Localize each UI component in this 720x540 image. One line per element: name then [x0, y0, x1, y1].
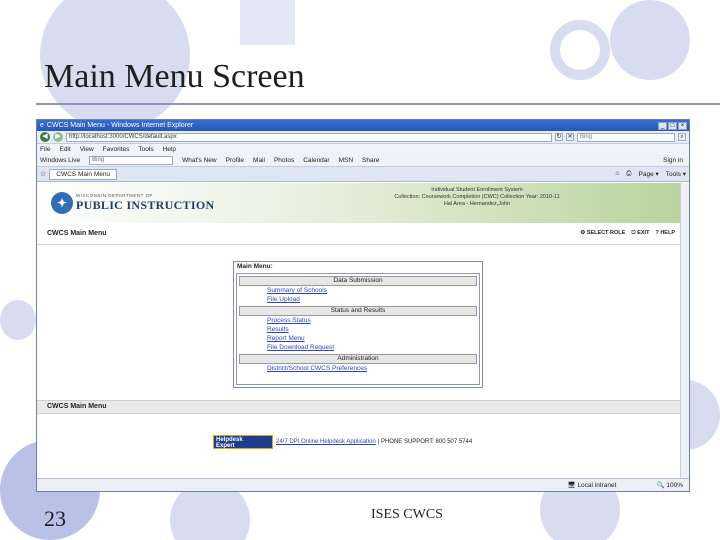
back-button[interactable]: ◀ — [40, 132, 50, 142]
section-administration: Administration — [239, 354, 477, 364]
windows-live-search[interactable]: Bing — [89, 155, 174, 165]
system-name: Individual Student Enrollment System — [431, 187, 523, 193]
link-cwcs-preferences[interactable]: District/School CWCS Preferences — [267, 364, 479, 373]
select-role-link[interactable]: ⚙ SELECT ROLE — [580, 230, 625, 237]
link-report-menu[interactable]: Report Menu — [267, 334, 479, 343]
print-icon[interactable]: ⎙ — [626, 170, 631, 178]
bg-circle — [0, 300, 36, 340]
helpdesk-area: Helpdesk Expert 24/7 DPI Online Helpdesk… — [213, 435, 472, 449]
toolbar-msn[interactable]: MSN — [339, 157, 353, 164]
menu-bar: File Edit View Favorites Tools Help — [37, 144, 689, 154]
ie-icon: e — [40, 122, 44, 129]
slide-title: Main Menu Screen — [44, 58, 305, 95]
dpi-logo: ✦ WISCONSIN DEPARTMENT OF PUBLIC INSTRUC… — [51, 192, 214, 214]
windows-live-toolbar: Windows Live Bing What's New Profile Mai… — [37, 154, 689, 167]
slide-footer: ISES CWCS — [371, 507, 443, 522]
refresh-icon[interactable]: ↻ — [555, 133, 563, 141]
maximize-button[interactable]: □ — [668, 121, 677, 130]
toolbar-whats-new[interactable]: What's New — [182, 157, 216, 164]
browser-window: e CWCS Main Menu - Windows Internet Expl… — [36, 119, 690, 492]
main-menu-title: Main Menu: — [237, 263, 273, 270]
link-file-upload[interactable]: File Upload — [267, 295, 479, 304]
toolbar-calendar[interactable]: Calendar — [303, 157, 329, 164]
tools-menu[interactable]: Tools ▾ — [666, 170, 686, 178]
collection-line: Collection: Coursework Completion (CWC) … — [394, 194, 560, 200]
address-bar: ◀ ▶ http://localhost:3000/CWCS/default.a… — [37, 131, 689, 144]
page-menu[interactable]: Page ▾ — [639, 170, 659, 178]
page-content: ✦ WISCONSIN DEPARTMENT OF PUBLIC INSTRUC… — [37, 183, 681, 479]
link-process-status[interactable]: Process Status — [267, 316, 479, 325]
home-icon[interactable]: ⌂ — [615, 170, 619, 178]
window-title: CWCS Main Menu - Windows Internet Explor… — [46, 122, 194, 129]
cwcs-title-bar: CWCS Main Menu ⚙ SELECT ROLE ⎋ EXIT ? HE… — [37, 223, 681, 245]
favorites-star-icon[interactable]: ☆ — [40, 170, 46, 178]
bg-circle — [610, 0, 690, 80]
help-link[interactable]: ? HELP — [655, 230, 675, 237]
phone-support: | PHONE SUPPORT: 800 507 5744 — [377, 439, 473, 445]
stop-icon[interactable]: ✕ — [566, 133, 574, 141]
sign-in-link[interactable]: Sign in — [663, 157, 683, 164]
forward-button[interactable]: ▶ — [53, 132, 63, 142]
dpi-header: ✦ WISCONSIN DEPARTMENT OF PUBLIC INSTRUC… — [37, 183, 681, 223]
helpdesk-logo: Helpdesk Expert — [213, 435, 273, 449]
section-data-submission: Data Submission — [239, 276, 477, 286]
title-divider — [36, 103, 720, 105]
dpi-logo-icon: ✦ — [51, 192, 73, 214]
zone-status: 🖥 Local intranet — [567, 482, 617, 489]
windows-live-label[interactable]: Windows Live — [40, 157, 80, 164]
page-title: CWCS Main Menu — [47, 230, 107, 237]
minimize-button[interactable]: _ — [658, 121, 667, 130]
toolbar-profile[interactable]: Profile — [226, 157, 244, 164]
helpdesk-link[interactable]: 24/7 DPI Online Helpdesk Application — [276, 439, 376, 445]
toolbar-photos[interactable]: Photos — [274, 157, 294, 164]
slide-number: 23 — [44, 506, 66, 531]
footer-title-bar: CWCS Main Menu — [37, 400, 681, 414]
tab-bar: ☆ CWCS Main Menu ⌂ ⎙ Page ▾ Tools ▾ — [37, 167, 689, 182]
user-line: Hal Area - Hernandez,John — [443, 201, 511, 207]
close-button[interactable]: × — [678, 121, 687, 130]
vertical-scrollbar[interactable] — [680, 183, 689, 479]
bg-square — [240, 0, 295, 45]
zoom-level[interactable]: 🔍 100% — [656, 481, 683, 489]
link-results[interactable]: Results — [267, 325, 479, 334]
search-input[interactable]: Bing — [577, 132, 675, 142]
browser-titlebar: e CWCS Main Menu - Windows Internet Expl… — [37, 120, 689, 131]
menu-favorites[interactable]: Favorites — [103, 146, 130, 153]
menu-view[interactable]: View — [80, 146, 94, 153]
status-bar: 🖥 Local intranet 🔍 100% — [37, 478, 689, 491]
menu-edit[interactable]: Edit — [59, 146, 70, 153]
logo-name: PUBLIC INSTRUCTION — [76, 198, 215, 212]
system-info: Individual Student Enrollment System Col… — [367, 187, 587, 208]
link-file-download-request[interactable]: File Download Request — [267, 343, 479, 352]
bg-ring — [550, 20, 610, 80]
tab-cwcs-main-menu[interactable]: CWCS Main Menu — [49, 168, 118, 180]
menu-tools[interactable]: Tools — [138, 146, 153, 153]
toolbar-share[interactable]: Share — [362, 157, 379, 164]
menu-file[interactable]: File — [40, 146, 50, 153]
exit-link[interactable]: ⎋ EXIT — [631, 230, 649, 237]
search-icon[interactable]: ⌕ — [678, 133, 686, 141]
url-field[interactable]: http://localhost:3000/CWCS/default.aspx — [66, 132, 552, 142]
main-menu-box: Main Menu: Data Submission Summary of Sc… — [233, 261, 483, 388]
menu-help[interactable]: Help — [163, 146, 176, 153]
section-status-and-results: Status and Results — [239, 306, 477, 316]
link-summary-of-schools[interactable]: Summary of Schools — [267, 286, 479, 295]
toolbar-mail[interactable]: Mail — [253, 157, 265, 164]
